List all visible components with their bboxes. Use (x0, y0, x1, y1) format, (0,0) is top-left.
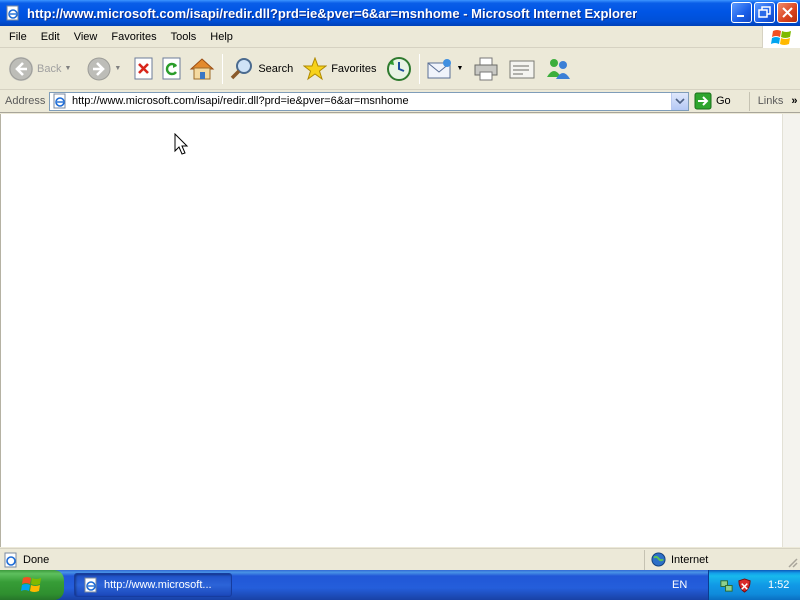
network-icon[interactable] (719, 578, 734, 593)
clock[interactable]: 1:52 (768, 579, 789, 591)
menu-file[interactable]: File (0, 27, 34, 47)
mail-button[interactable]: ▼ (424, 51, 466, 87)
address-field[interactable] (49, 91, 689, 111)
history-button[interactable] (383, 51, 415, 87)
go-label: Go (716, 95, 731, 107)
stop-icon (134, 57, 153, 79)
window-title: http://www.microsoft.com/isapi/redir.dll… (27, 5, 638, 21)
search-button[interactable]: Search (227, 51, 296, 87)
restore-button[interactable] (754, 2, 775, 23)
address-label: Address (5, 95, 46, 107)
home-icon (190, 57, 215, 79)
internet-globe-icon (651, 552, 666, 567)
page-content[interactable] (0, 114, 782, 547)
favorites-star-icon (303, 56, 328, 80)
vertical-scrollbar[interactable] (782, 114, 800, 547)
go-button[interactable]: Go (694, 92, 731, 110)
back-dropdown-icon[interactable]: ▼ (64, 65, 71, 72)
minimize-icon (737, 15, 744, 17)
mail-dropdown-icon[interactable]: ▼ (456, 65, 463, 72)
address-bar: Address Go Links » (0, 90, 800, 113)
windows-flag-icon (21, 577, 41, 592)
language-indicator[interactable]: EN (672, 570, 687, 600)
system-tray: 1:52 (708, 570, 800, 600)
print-button[interactable] (470, 51, 502, 87)
taskbar: http://www.microsoft... EN 1:52 (0, 570, 800, 600)
taskbar-window-label: http://www.microsoft... (104, 579, 212, 591)
resize-grip-icon[interactable] (786, 556, 798, 568)
status-bar: Done Internet (0, 548, 800, 570)
chevron-down-icon (675, 98, 685, 104)
home-button[interactable] (186, 51, 218, 87)
history-icon (387, 56, 412, 81)
ie-page-icon (84, 577, 97, 593)
edit-button[interactable] (506, 51, 538, 87)
menu-bar: File Edit View Favorites Tools Help (0, 26, 800, 48)
edit-page-icon (509, 60, 535, 78)
forward-dropdown-icon[interactable]: ▼ (114, 65, 121, 72)
stop-button[interactable] (130, 51, 158, 87)
search-icon (231, 57, 253, 79)
restore-icon (758, 6, 771, 18)
taskbar-ie-window[interactable]: http://www.microsoft... (74, 573, 232, 597)
messenger-icon (547, 58, 571, 79)
menu-tools[interactable]: Tools (164, 27, 204, 47)
address-input[interactable] (72, 95, 662, 107)
favorites-button[interactable]: Favorites (300, 51, 379, 87)
forward-button[interactable]: ▼ (84, 51, 124, 87)
favorites-label: Favorites (331, 62, 377, 75)
toolbar-separator (419, 53, 421, 84)
links-toolbar[interactable]: Links (748, 91, 783, 111)
toolbar-separator (222, 53, 224, 84)
back-label: Back (37, 62, 62, 75)
forward-arrow-icon (87, 57, 111, 81)
standard-toolbar: Back ▼ ▼ Search Favorites ▼ (0, 48, 800, 90)
refresh-button[interactable] (158, 51, 186, 87)
minimize-button[interactable] (731, 2, 752, 23)
search-label: Search (258, 62, 294, 75)
page-done-icon (4, 552, 17, 567)
menu-view[interactable]: View (67, 27, 105, 47)
address-dropdown-button[interactable] (671, 92, 688, 110)
refresh-icon (162, 57, 181, 79)
windows-logo-icon (762, 26, 800, 48)
page-icon (53, 93, 66, 109)
mail-icon (427, 58, 452, 78)
go-arrow-icon (694, 92, 712, 110)
start-button[interactable] (0, 570, 64, 600)
printer-icon (474, 57, 498, 80)
links-chevron-icon[interactable]: » (791, 95, 797, 107)
zone-label: Internet (671, 553, 709, 566)
close-icon (782, 7, 793, 18)
close-button[interactable] (777, 2, 798, 23)
mouse-cursor-icon (174, 133, 189, 155)
menu-favorites[interactable]: Favorites (104, 27, 163, 47)
security-zone[interactable]: Internet (651, 552, 708, 567)
security-shield-icon[interactable] (737, 577, 752, 593)
back-button[interactable]: Back ▼ (6, 51, 74, 87)
menu-edit[interactable]: Edit (34, 27, 67, 47)
ie-page-icon (5, 5, 21, 21)
back-arrow-icon (9, 56, 33, 81)
messenger-button[interactable] (542, 51, 574, 87)
menu-help[interactable]: Help (203, 27, 240, 47)
title-bar[interactable]: http://www.microsoft.com/isapi/redir.dll… (0, 0, 800, 26)
status-text: Done (23, 553, 50, 566)
